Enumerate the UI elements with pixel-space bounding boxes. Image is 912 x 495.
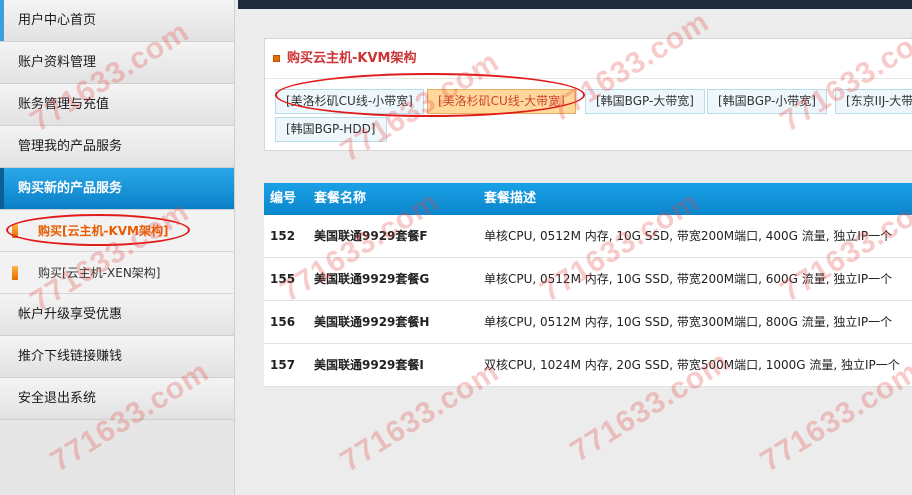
col-desc: 套餐描述	[484, 191, 537, 206]
tab-tokyo-iij[interactable]: [东京IIJ-大带	[835, 89, 912, 114]
panel-title: 购买云主机-KVM架构	[287, 51, 417, 66]
plan-name[interactable]: 美国联通9929套餐I	[314, 344, 424, 387]
table-row[interactable]: 156 美国联通9929套餐H 单核CPU, 0512M 内存, 10G SSD…	[264, 301, 912, 344]
table-row[interactable]: 155 美国联通9929套餐G 单核CPU, 0512M 内存, 10G SSD…	[264, 258, 912, 301]
sidebar-item-label: 账户资料管理	[18, 55, 97, 70]
sidebar-item-my-products[interactable]: 管理我的产品服务	[0, 126, 234, 168]
sidebar-item-label: 用户中心首页	[18, 13, 97, 28]
panel-header: 购买云主机-KVM架构	[265, 39, 912, 79]
table-row[interactable]: 157 美国联通9929套餐I 双核CPU, 1024M 内存, 20G SSD…	[264, 344, 912, 387]
sidebar-marker	[0, 168, 4, 209]
col-name: 套餐名称	[314, 191, 367, 206]
sidebar-subitem-label: 购买[云主机-XEN架构]	[38, 266, 161, 280]
col-id: 编号	[270, 191, 297, 206]
highlight-ellipse	[6, 214, 190, 246]
table-header: 编号 套餐名称 套餐描述	[264, 183, 912, 215]
sidebar-item-home[interactable]: 用户中心首页	[0, 0, 234, 42]
plan-desc: 双核CPU, 1024M 内存, 20G SSD, 带宽500M端口, 1000…	[484, 358, 900, 372]
plan-id: 156	[270, 315, 296, 329]
sidebar-item-label: 购买新的产品服务	[18, 181, 123, 196]
plans-table: 编号 套餐名称 套餐描述 152 美国联通9929套餐F 单核CPU, 0512…	[264, 183, 912, 387]
top-bar	[238, 0, 912, 9]
sidebar-item-buy-new[interactable]: 购买新的产品服务	[0, 168, 234, 210]
tab-korea-bgp-large[interactable]: [韩国BGP-大带宽]	[585, 89, 705, 114]
sidebar-item-upgrade[interactable]: 帐户升级享受优惠	[0, 294, 234, 336]
tab-la-cu-large[interactable]: [美洛杉矶CU线-大带宽]	[427, 89, 576, 114]
sidebar-subitem-kvm[interactable]: 购买[云主机-KVM架构]	[0, 210, 234, 252]
sidebar-marker	[0, 0, 4, 41]
sidebar: 用户中心首页 账户资料管理 账务管理与充值 管理我的产品服务 购买新的产品服务 …	[0, 0, 235, 495]
sidebar-item-referral[interactable]: 推介下线链接赚钱	[0, 336, 234, 378]
square-bullet-icon	[273, 55, 280, 62]
product-panel: 购买云主机-KVM架构 [美洛杉矶CU线-小带宽] [美洛杉矶CU线-大带宽] …	[264, 38, 912, 151]
plan-name[interactable]: 美国联通9929套餐F	[314, 215, 428, 258]
sidebar-item-account[interactable]: 账户资料管理	[0, 42, 234, 84]
sidebar-item-label: 管理我的产品服务	[18, 139, 123, 154]
table-row[interactable]: 152 美国联通9929套餐F 单核CPU, 0512M 内存, 10G SSD…	[264, 215, 912, 258]
sidebar-item-label: 账务管理与充值	[18, 97, 110, 112]
sidebar-subitem-xen[interactable]: 购买[云主机-XEN架构]	[0, 252, 234, 294]
plan-id: 157	[270, 358, 296, 372]
plan-name[interactable]: 美国联通9929套餐H	[314, 301, 429, 344]
tab-la-cu-small[interactable]: [美洛杉矶CU线-小带宽]	[275, 89, 424, 114]
sidebar-item-label: 帐户升级享受优惠	[18, 307, 123, 322]
tab-korea-bgp-small[interactable]: [韩国BGP-小带宽]	[707, 89, 827, 114]
plan-desc: 单核CPU, 0512M 内存, 10G SSD, 带宽200M端口, 600G…	[484, 272, 893, 286]
sidebar-item-label: 推介下线链接赚钱	[18, 349, 123, 364]
plan-id: 152	[270, 229, 296, 243]
tab-korea-bgp-hdd[interactable]: [韩国BGP-HDD]	[275, 117, 387, 142]
sidebar-item-billing[interactable]: 账务管理与充值	[0, 84, 234, 126]
plan-name[interactable]: 美国联通9929套餐G	[314, 258, 429, 301]
sidebar-item-label: 安全退出系统	[18, 391, 97, 406]
plan-desc: 单核CPU, 0512M 内存, 10G SSD, 带宽300M端口, 800G…	[484, 315, 893, 329]
plan-id: 155	[270, 272, 296, 286]
bar-icon	[12, 266, 18, 280]
plan-desc: 单核CPU, 0512M 内存, 10G SSD, 带宽200M端口, 400G…	[484, 229, 893, 243]
sidebar-item-logout[interactable]: 安全退出系统	[0, 378, 234, 420]
